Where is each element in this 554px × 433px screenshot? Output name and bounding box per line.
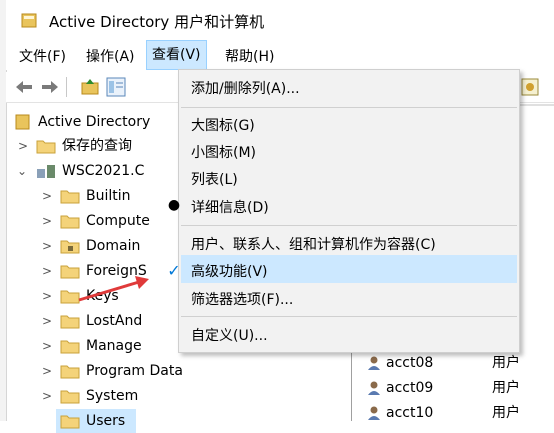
menu-item-customize[interactable]: 自定义(U)...: [191, 325, 268, 345]
item-name: acct09: [386, 380, 434, 396]
tree-label: Users: [86, 413, 126, 429]
show-hide-console-tree-icon[interactable]: [106, 77, 126, 97]
tree-label: Program Data: [86, 363, 183, 379]
tree-label: 保存的查询: [62, 138, 132, 154]
menu-item-filter-options[interactable]: 筛选器选项(F)...: [191, 289, 293, 309]
list-item[interactable]: acct09 用户: [358, 377, 554, 400]
chevron-right-icon[interactable]: >: [42, 309, 54, 333]
menu-item-list[interactable]: 列表(L): [191, 169, 238, 189]
export-list-icon[interactable]: [520, 77, 540, 97]
menu-help[interactable]: 帮助(H): [225, 46, 274, 66]
menu-action[interactable]: 操作(A): [86, 46, 135, 66]
tree-item-users[interactable]: Users: [56, 409, 136, 433]
folder-icon: [60, 315, 80, 329]
tree-label: Active Directory: [38, 114, 151, 130]
user-icon: [368, 356, 380, 370]
menu-item-label: 自定义(U)...: [191, 328, 268, 344]
back-arrow-icon[interactable]: [14, 77, 34, 97]
menu-item-label: 用户、联系人、组和计算机作为容器(C): [191, 237, 436, 253]
up-folder-icon[interactable]: [80, 77, 100, 97]
menu-item-users-as-containers[interactable]: 用户、联系人、组和计算机作为容器(C): [191, 234, 436, 254]
menu-item-label: 小图标(M): [191, 145, 257, 161]
menu-item-label: 高级功能(V): [191, 264, 268, 280]
folder-icon: [36, 140, 56, 154]
chevron-right-icon[interactable]: >: [42, 284, 54, 308]
folder-icon: [60, 190, 80, 204]
menu-view[interactable]: 查看(V): [146, 40, 207, 70]
ad-app-icon: [21, 13, 37, 28]
tree-label: System: [86, 388, 139, 404]
folder-icon: [60, 340, 80, 354]
tree-label: Manage: [86, 338, 142, 354]
menu-item-label: 列表(L): [191, 172, 238, 188]
chevron-right-icon[interactable]: >: [18, 134, 30, 158]
ad-root-icon: [15, 114, 30, 130]
folder-icon: [60, 365, 80, 379]
menu-item-label: 添加/删除列(A)...: [191, 81, 300, 97]
chevron-right-icon[interactable]: >: [42, 334, 54, 358]
menu-bar: 文件(F) 操作(A) 查看(V) 帮助(H): [6, 40, 554, 70]
item-type: 用户: [492, 355, 520, 371]
item-name: acct10: [386, 405, 434, 421]
menu-item-label: 大图标(G): [191, 118, 255, 134]
list-item[interactable]: acct08 用户: [358, 352, 554, 375]
tree-label: WSC2021.C: [62, 163, 145, 179]
user-icon: [368, 381, 380, 395]
window-title: Active Directory 用户和计算机: [49, 13, 265, 31]
menu-separator: [181, 225, 517, 226]
folder-icon: [60, 390, 80, 404]
chevron-right-icon[interactable]: >: [42, 184, 54, 208]
red-arrow-annotation: [78, 276, 149, 302]
domain-icon: [37, 165, 55, 178]
title-bar: Active Directory 用户和计算机: [6, 0, 554, 40]
tree-label: Domain: [86, 238, 141, 254]
menu-item-label: 筛选器选项(F)...: [191, 292, 294, 308]
checkmark-icon: ✓: [167, 261, 181, 280]
view-menu-dropdown: 添加/删除列(A)... 大图标(G) 小图标(M) 列表(L) ● 详细信息(…: [167, 69, 520, 353]
tree-label: Compute: [86, 213, 150, 229]
ou-folder-icon: [60, 240, 80, 254]
menu-item-add-remove-columns[interactable]: 添加/删除列(A)...: [191, 78, 300, 98]
menu-item-details[interactable]: ● 详细信息(D): [168, 197, 269, 217]
chevron-right-icon[interactable]: >: [42, 359, 54, 383]
item-name: acct08: [386, 355, 434, 371]
item-type: 用户: [492, 380, 520, 396]
menu-item-large-icons[interactable]: 大图标(G): [191, 115, 255, 135]
menu-item-advanced-features[interactable]: ✓ 高级功能(V): [167, 261, 268, 281]
forward-arrow-icon[interactable]: [40, 77, 60, 97]
tree-label: LostAnd: [86, 313, 143, 329]
ad-users-computers-window: Active Directory 用户和计算机 文件(F) 操作(A) 查看(V…: [0, 0, 554, 433]
folder-icon: [60, 415, 80, 429]
chevron-right-icon[interactable]: >: [42, 234, 54, 258]
menu-file[interactable]: 文件(F): [19, 46, 66, 66]
user-icon: [368, 406, 380, 420]
chevron-right-icon[interactable]: >: [42, 384, 54, 408]
menu-item-label: 详细信息(D): [191, 200, 269, 216]
chevron-right-icon[interactable]: >: [42, 209, 54, 233]
folder-icon: [60, 215, 80, 229]
menu-separator: [181, 316, 517, 317]
list-item[interactable]: acct10 用户: [358, 402, 554, 425]
item-type: 用户: [492, 405, 520, 421]
chevron-down-icon[interactable]: ⌄: [17, 159, 29, 183]
bullet-mark-icon: ●: [167, 197, 181, 213]
menu-separator: [181, 107, 517, 108]
toolbar-separator: [66, 77, 67, 97]
tree-label: Builtin: [86, 188, 131, 204]
menu-item-small-icons[interactable]: 小图标(M): [191, 142, 256, 162]
chevron-right-icon[interactable]: >: [42, 259, 54, 283]
